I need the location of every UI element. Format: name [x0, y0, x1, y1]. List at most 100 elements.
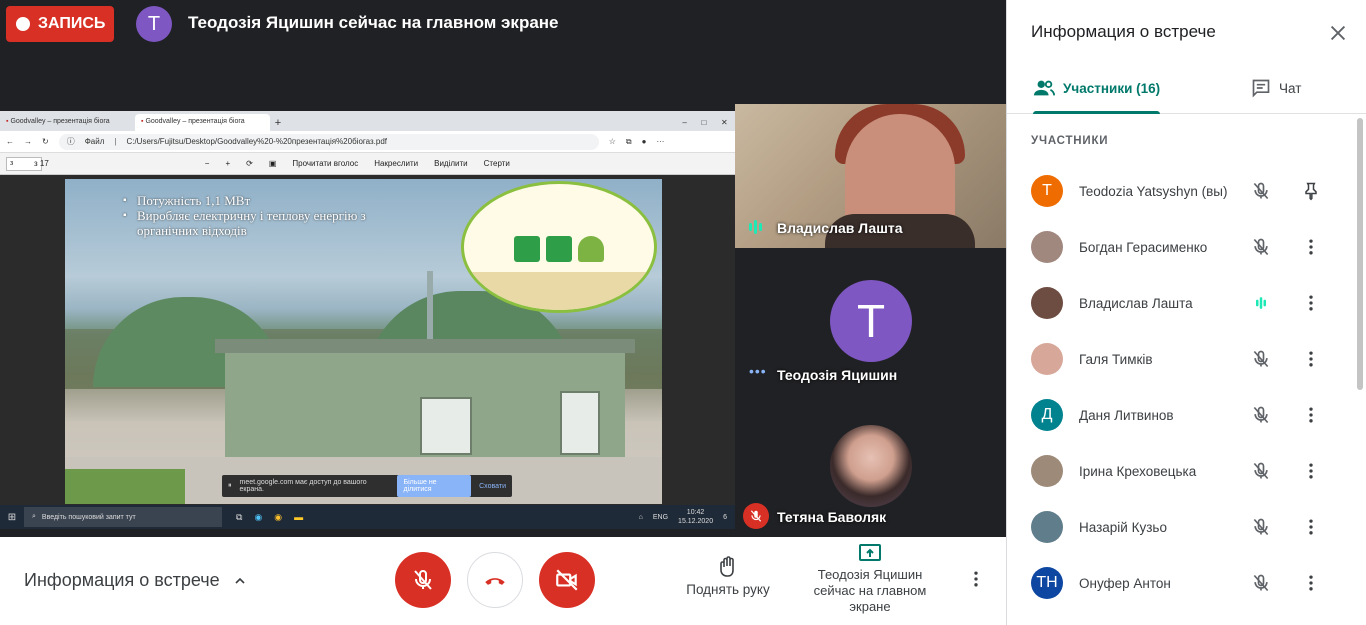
raise-hand-button[interactable]: Поднять руку [680, 555, 776, 597]
lang-indicator[interactable]: ENG [653, 514, 668, 521]
maximize-icon[interactable]: □ [701, 118, 706, 127]
panel-scrollbar[interactable] [1357, 118, 1363, 390]
mic-off-icon[interactable] [1251, 405, 1271, 430]
more-options-icon[interactable] [1301, 349, 1321, 374]
read-aloud-button[interactable]: Прочитати вголос [292, 159, 358, 168]
highlight-button[interactable]: Виділити [434, 159, 468, 168]
draw-button[interactable]: Накреслити [374, 159, 418, 168]
mic-off-icon[interactable] [1251, 349, 1271, 374]
erase-button[interactable]: Стерти [484, 159, 510, 168]
mic-off-icon[interactable] [1251, 237, 1271, 262]
avatar: Д [1031, 399, 1063, 431]
camera-off-icon [556, 569, 578, 591]
mic-toggle-button[interactable] [395, 552, 451, 608]
avatar: T [1031, 175, 1063, 207]
participant-tile-video[interactable]: Владислав Лашта [735, 104, 1006, 248]
more-options-icon[interactable] [1301, 405, 1321, 430]
more-options-icon[interactable] [1301, 461, 1321, 486]
participant-row[interactable]: Д Даня Литвинов [1007, 387, 1359, 443]
more-options-icon[interactable] [1301, 293, 1321, 318]
system-tray: ⌂ ENG 10:42 15.12.2020 6 [639, 508, 735, 526]
windows-start-icon[interactable]: ⊞ [0, 512, 24, 523]
avatar: T [830, 280, 912, 362]
participant-row[interactable]: Богдан Герасименко [1007, 219, 1359, 275]
camera-toggle-button[interactable] [539, 552, 595, 608]
more-options-icon[interactable] [1301, 517, 1321, 542]
participant-name: Богдан Герасименко [1079, 239, 1208, 255]
mic-off-icon[interactable] [1251, 461, 1271, 486]
participant-name: Даня Литвинов [1079, 407, 1174, 423]
new-tab-icon[interactable]: + [270, 117, 286, 131]
rotate-icon[interactable]: ⟳ [246, 159, 253, 168]
participant-row[interactable]: Назарій Кузьо [1007, 499, 1359, 555]
back-icon[interactable]: ← [6, 137, 14, 146]
taskbar-clock[interactable]: 10:42 15.12.2020 [678, 508, 713, 526]
tile-name: Теодозія Яцишин [777, 367, 898, 383]
more-options-icon[interactable] [1301, 237, 1321, 262]
close-icon[interactable] [1327, 22, 1349, 49]
tile-name: Владислав Лашта [777, 220, 903, 236]
mic-off-icon[interactable] [1251, 573, 1271, 598]
pin-icon[interactable] [1301, 181, 1321, 206]
info-icon: ⓘ [66, 137, 75, 146]
plant-building-image [215, 339, 635, 459]
browser-tab[interactable]: ▪ Goodvalley – презентація біога [0, 114, 135, 131]
speaking-indicator-icon[interactable] [1251, 293, 1271, 318]
audio-dots-icon: ••• [749, 363, 767, 379]
page-count: з 17 [34, 159, 49, 168]
screen-share-notice: ⏸ meet.google.com має доступ до вашого е… [222, 475, 512, 497]
participant-list: T Teodozia Yatsyshyn (вы) Богдан Герасимен… [1007, 163, 1359, 611]
collections-icon[interactable]: ⧉ [626, 137, 632, 147]
presentation-button[interactable]: Теодозія Яцишин сейчас на главном экране [808, 543, 932, 615]
shared-screen: ▪ Goodvalley – презентація біога ▪ Goodv… [0, 111, 735, 529]
profile-icon[interactable]: ● [642, 137, 647, 146]
close-icon[interactable]: ✕ [721, 118, 728, 127]
zoom-in-icon[interactable]: + [225, 159, 230, 168]
participant-row[interactable]: Ірина Креховецька [1007, 443, 1359, 499]
participant-name: Teodozia Yatsyshyn (вы) [1079, 183, 1228, 199]
windows-taskbar: ⊞ ⌕ Введіть пошуковий запит тут ⧉ ◉ ◉ ▬ … [0, 505, 735, 529]
avatar: TH [1031, 567, 1063, 599]
address-bar[interactable]: ⓘ Файл | C:/Users/Fujitsu/Desktop/Goodva… [58, 133, 599, 150]
forward-icon[interactable]: → [24, 137, 32, 146]
leave-call-button[interactable] [467, 552, 523, 608]
chat-icon [1252, 79, 1270, 98]
minimize-icon[interactable]: – [682, 118, 686, 127]
meeting-info-toggle[interactable]: Информация о встрече [24, 570, 248, 591]
edge-icon[interactable]: ◉ [254, 512, 262, 523]
participant-tile-avatar[interactable]: T ••• Теодозія Яцишин [735, 270, 1006, 395]
notification-badge[interactable]: 6 [723, 514, 727, 521]
chrome-icon[interactable]: ◉ [274, 512, 282, 523]
network-icon[interactable]: ⌂ [639, 514, 643, 521]
star-icon[interactable]: ☆ [609, 137, 616, 146]
mic-off-icon[interactable] [1251, 517, 1271, 542]
participant-row[interactable]: Владислав Лашта [1007, 275, 1359, 331]
chevron-up-icon [235, 577, 245, 584]
more-icon[interactable]: ··· [656, 137, 664, 146]
participant-row[interactable]: T Teodozia Yatsyshyn (вы) [1007, 163, 1359, 219]
participant-name: Онуфер Антон [1079, 575, 1171, 591]
hand-icon [720, 556, 734, 577]
slide-bullet: Потужність 1,1 МВт [123, 193, 423, 208]
participant-tile-photo[interactable]: Тетяна Баволяк [735, 420, 1006, 537]
zoom-out-icon[interactable]: − [205, 159, 210, 168]
task-view-icon[interactable]: ⧉ [236, 512, 242, 523]
tab-chat[interactable]: Чат [1251, 78, 1301, 98]
more-options-icon[interactable] [1301, 573, 1321, 598]
hang-up-icon [485, 578, 505, 585]
mic-off-icon[interactable] [1251, 181, 1271, 206]
participant-row[interactable]: Галя Тимків [1007, 331, 1359, 387]
more-options-icon[interactable] [966, 569, 986, 594]
taskbar-search[interactable]: ⌕ Введіть пошуковий запит тут [24, 507, 222, 527]
explorer-icon[interactable]: ▬ [294, 512, 303, 523]
stop-sharing-button[interactable]: Більше не ділитися [397, 475, 472, 497]
hide-notice-button[interactable]: Сховати [479, 483, 506, 490]
panel-title: Информация о встрече [1031, 22, 1216, 41]
reload-icon[interactable]: ↻ [42, 137, 49, 146]
browser-tab-active[interactable]: ▪ Goodvalley – презентація біога [135, 114, 270, 131]
fit-page-icon[interactable]: ▣ [269, 159, 277, 168]
tab-participants[interactable]: Участники (16) [1033, 78, 1160, 98]
panel-tabs: Участники (16) Чат [1007, 66, 1366, 114]
recording-badge: ЗАПИСЬ [6, 6, 114, 42]
participant-row[interactable]: TH Онуфер Антон [1007, 555, 1359, 611]
